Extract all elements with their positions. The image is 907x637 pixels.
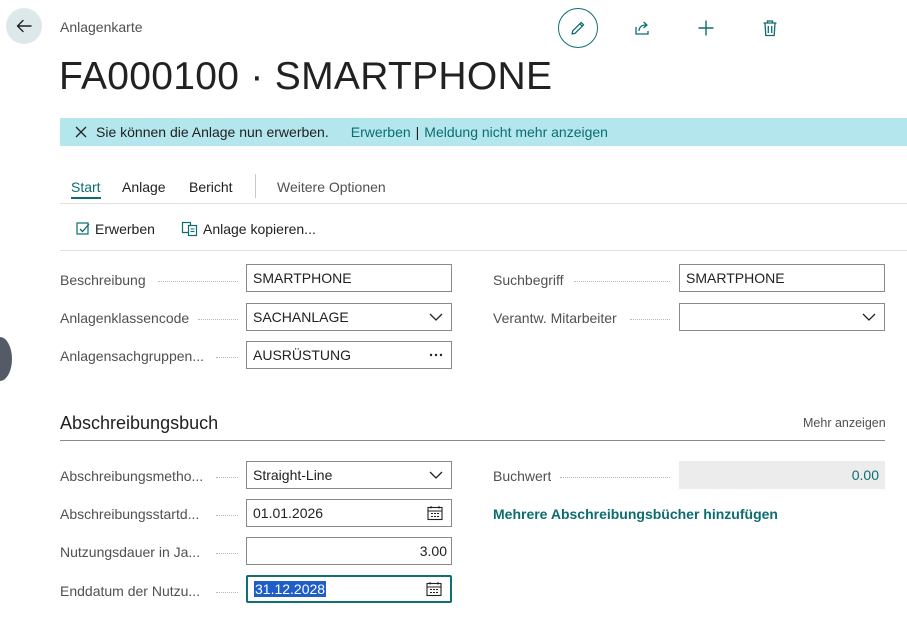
share-button[interactable] [622,8,662,48]
depreciation-start-label: Abschreibungsstartd... [60,506,200,522]
arrow-left-icon [16,19,32,33]
description-label: Beschreibung [60,272,146,288]
close-icon[interactable] [74,125,88,139]
share-icon [635,21,649,35]
calendar-icon[interactable] [426,582,442,597]
depreciation-method-value: Straight-Line [253,467,333,483]
depreciation-start-date-field[interactable]: 01.01.2026 [246,499,452,527]
end-date-value: 31.12.2028 [254,581,327,597]
leader-dots [158,280,238,282]
tab-divider [255,174,256,198]
leader-dots [216,356,238,358]
toolbar: Erwerben Anlage kopieren... [60,205,907,251]
action-tabs: Start Anlage Bericht Weitere Optionen [60,172,907,204]
search-name-field[interactable]: SMARTPHONE [679,264,885,292]
depreciation-method-select[interactable]: Straight-Line [246,461,452,489]
copy-asset-label: Anlage kopieren... [203,221,316,237]
acquire-button[interactable]: Erwerben [75,221,155,237]
page-caption: Anlagenkarte [60,19,143,35]
banner-message: Sie können die Anlage nun erwerben. [96,124,329,140]
copy-asset-button[interactable]: Anlage kopieren... [181,221,316,237]
subclass-lookup[interactable]: AUSRÜSTUNG [246,341,452,369]
depreciation-section-title: Abschreibungsbuch [60,413,219,433]
plus-icon [698,20,714,36]
tab-bericht[interactable]: Bericht [189,179,233,195]
leader-dots [574,280,670,282]
end-date-label: Enddatum der Nutzu... [60,583,201,599]
leader-dots [198,318,238,320]
trash-icon [763,20,777,37]
leader-dots [216,514,238,516]
add-depreciation-books-link[interactable]: Mehrere Abschreibungsbücher hinzufügen [493,506,778,522]
show-more-link[interactable]: Mehr anzeigen [803,416,886,430]
chevron-down-icon [429,471,443,479]
leader-dots [216,552,238,554]
useful-life-label: Nutzungsdauer in Ja... [60,544,201,560]
new-button[interactable] [686,8,726,48]
leader-dots [630,318,670,320]
description-field[interactable]: SMARTPHONE [246,264,452,292]
subclass-label: Anlagensachgruppen... [60,348,204,364]
back-button[interactable] [6,8,42,44]
section-divider [60,440,885,441]
depreciation-start-value: 01.01.2026 [253,505,324,521]
acquire-button-label: Erwerben [95,221,155,237]
side-panel-handle[interactable] [0,337,12,381]
depreciation-method-label: Abschreibungsmetho... [60,468,204,484]
useful-life-years-field[interactable]: 3.00 [246,537,452,565]
banner-acquire-link[interactable]: Erwerben [351,124,411,140]
notification-banner: Sie können die Anlage nun erwerben. Erwe… [60,118,907,146]
leader-dots [216,591,238,593]
page-title: FA000100 · SMARTPHONE [59,55,553,98]
book-value-label: Buchwert [493,468,552,484]
tab-more-options[interactable]: Weitere Optionen [277,179,386,195]
class-code-label: Anlagenklassencode [60,310,190,326]
search-name-label: Suchbegriff [493,272,564,288]
leader-dots [560,476,670,478]
class-code-value: SACHANLAGE [253,309,349,325]
banner-separator: | [415,124,420,140]
responsible-employee-label: Verantw. Mitarbeiter [493,310,617,326]
depreciation-end-date-field[interactable]: 31.12.2028 [246,575,452,603]
book-value-field: 0.00 [679,461,885,489]
calendar-icon[interactable] [427,506,443,521]
chevron-down-icon [862,313,876,321]
tab-anlage[interactable]: Anlage [122,179,166,195]
class-code-select[interactable]: SACHANLAGE [246,303,452,331]
pencil-icon [571,21,585,35]
delete-button[interactable] [750,8,790,48]
responsible-employee-select[interactable] [679,303,885,331]
subclass-value: AUSRÜSTUNG [253,347,352,363]
copy-icon [181,221,198,237]
banner-dismiss-link[interactable]: Meldung nicht mehr anzeigen [424,124,608,140]
page-actions [558,8,788,48]
tab-start[interactable]: Start [71,179,101,199]
edit-button[interactable] [558,8,598,48]
leader-dots [216,476,238,478]
more-options-icon[interactable] [429,353,443,357]
chevron-down-icon [429,313,443,321]
acquire-icon [76,222,90,235]
